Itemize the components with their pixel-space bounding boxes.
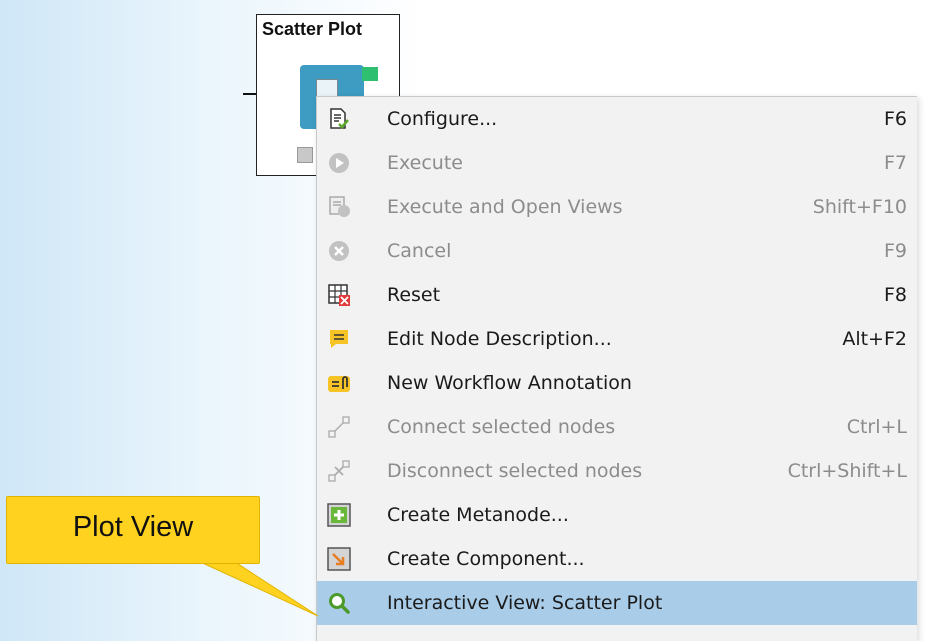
menu-item-label: Configure...: [387, 108, 498, 130]
menu-item-configure[interactable]: Configure... F6: [317, 97, 917, 141]
menu-item-execute-open-views[interactable]: Execute and Open Views Shift+F10: [317, 185, 917, 229]
menu-item-label: Interactive View: Scatter Plot: [387, 592, 663, 614]
component-icon: [327, 547, 351, 571]
menu-item-new-workflow-annotation[interactable]: New Workflow Annotation: [317, 361, 917, 405]
menu-item-label: Execute: [387, 152, 463, 174]
menu-item-connect-selected-nodes[interactable]: Connect selected nodes Ctrl+L: [317, 405, 917, 449]
node-status-indicator: [297, 147, 313, 163]
connect-nodes-icon: [327, 415, 351, 439]
cancel-icon: [327, 239, 351, 263]
node-context-menu: Configure... F6 Execute F7 Execute and O…: [316, 96, 917, 641]
metanode-icon: [327, 503, 351, 527]
node-output-port[interactable]: [362, 67, 378, 81]
menu-item-shortcut: Shift+F10: [812, 196, 907, 218]
menu-item-shortcut: F6: [883, 108, 907, 130]
edit-description-icon: [327, 327, 351, 351]
menu-item-shortcut: Ctrl+L: [846, 416, 907, 438]
interactive-view-icon: [327, 591, 351, 615]
reset-icon: [327, 283, 351, 307]
menu-item-edit-node-description[interactable]: Edit Node Description... Alt+F2: [317, 317, 917, 361]
menu-item-label: Execute and Open Views: [387, 196, 623, 218]
menu-item-label: New Workflow Annotation: [387, 372, 632, 394]
menu-item-execute[interactable]: Execute F7: [317, 141, 917, 185]
menu-item-label: Edit Node Description...: [387, 328, 612, 350]
menu-item-cancel[interactable]: Cancel F9: [317, 229, 917, 273]
menu-item-disconnect-selected-nodes[interactable]: Disconnect selected nodes Ctrl+Shift+L: [317, 449, 917, 493]
annotation-icon: [327, 371, 351, 395]
menu-item-reset[interactable]: Reset F8: [317, 273, 917, 317]
menu-item-label: Create Component...: [387, 548, 585, 570]
menu-item-shortcut: F9: [883, 240, 907, 262]
menu-item-label: Cancel: [387, 240, 452, 262]
menu-item-label: Connect selected nodes: [387, 416, 616, 438]
menu-item-create-metanode[interactable]: Create Metanode...: [317, 493, 917, 537]
menu-item-shortcut: Alt+F2: [842, 328, 907, 350]
node-title: Scatter Plot: [262, 19, 363, 39]
menu-item-shortcut: F7: [883, 152, 907, 174]
menu-item-shortcut: Ctrl+Shift+L: [787, 460, 907, 482]
menu-item-label: Create Metanode...: [387, 504, 569, 526]
execute-icon: [327, 151, 351, 175]
menu-item-label: Disconnect selected nodes: [387, 460, 643, 482]
callout-text: Plot View: [72, 511, 194, 543]
disconnect-nodes-icon: [327, 459, 351, 483]
menu-item-shortcut: F8: [883, 284, 907, 306]
plot-view-callout: Plot View: [6, 496, 260, 564]
menu-item-create-component[interactable]: Create Component...: [317, 537, 917, 581]
configure-icon: [327, 107, 351, 131]
menu-item-interactive-view-scatter-plot[interactable]: Interactive View: Scatter Plot: [317, 581, 917, 625]
execute-open-views-icon: [327, 195, 351, 219]
menu-item-label: Reset: [387, 284, 441, 306]
